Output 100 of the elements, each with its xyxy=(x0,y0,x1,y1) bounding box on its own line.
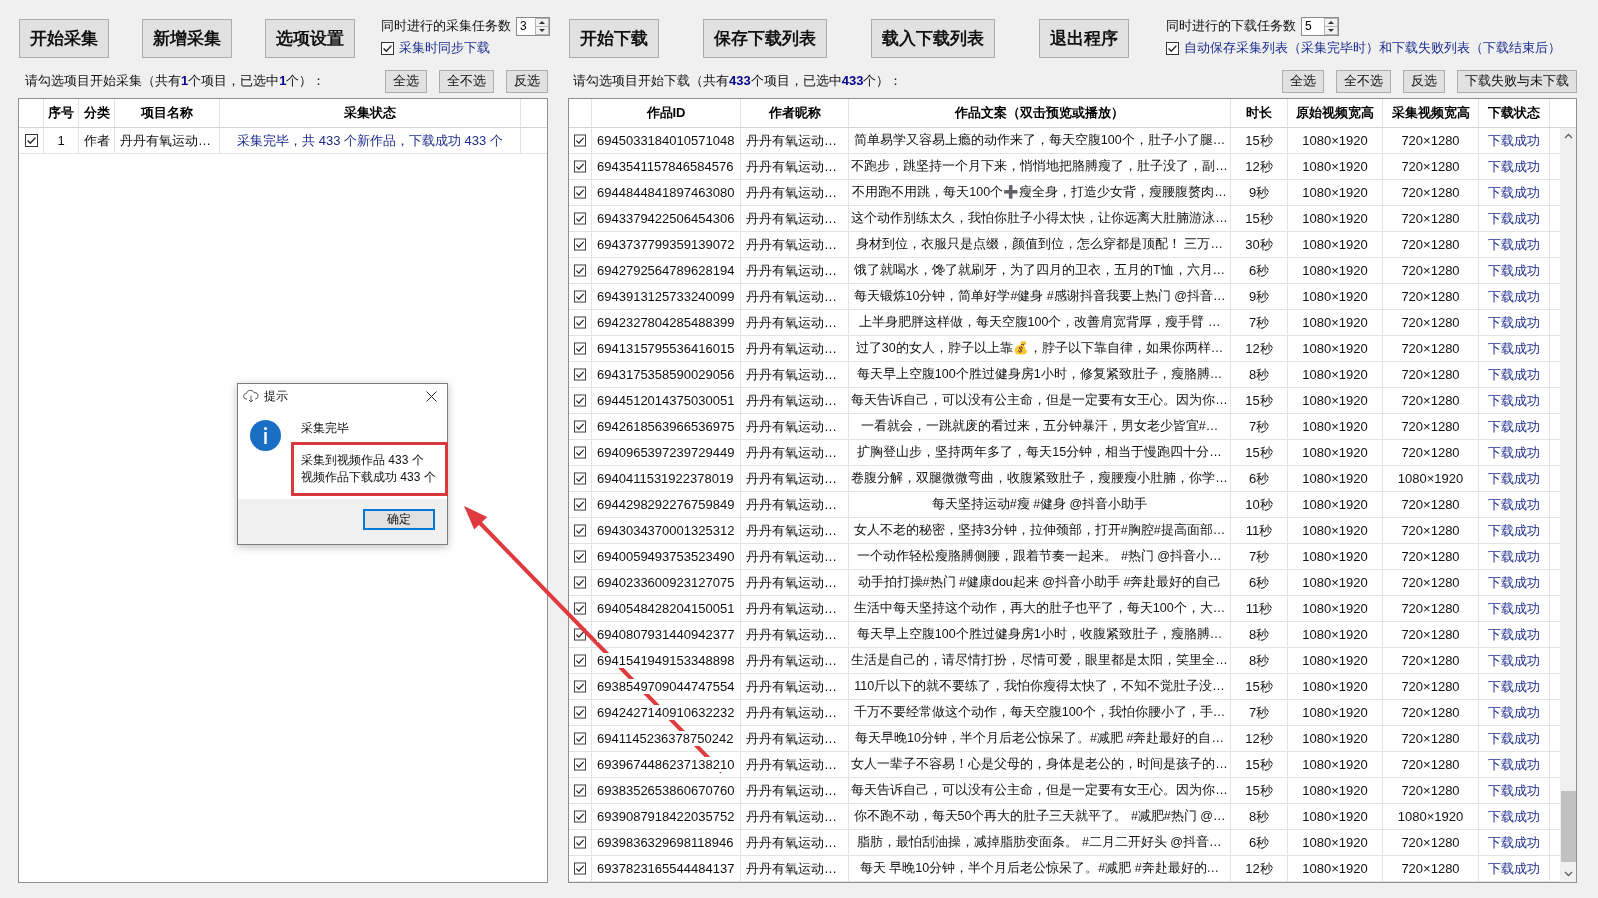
resolution-cell: 720×1280 xyxy=(1383,752,1479,777)
selection-button[interactable]: 反选 xyxy=(506,69,548,93)
row-checkbox[interactable] xyxy=(574,836,586,849)
author-cell: 丹丹有氧运动… xyxy=(741,648,849,673)
duration-cell: 15秒 xyxy=(1231,752,1288,777)
resolution-cell: 720×1280 xyxy=(1383,622,1479,647)
row-checkbox[interactable] xyxy=(574,758,586,771)
option-label[interactable]: 采集时同步下载 xyxy=(399,39,490,57)
row-checkbox[interactable] xyxy=(574,342,586,355)
row-checkbox[interactable] xyxy=(574,264,586,277)
resolution-cell: 1080×1920 xyxy=(1288,648,1383,673)
author-cell: 丹丹有氧运动… xyxy=(741,440,849,465)
row-checkbox[interactable] xyxy=(574,784,586,797)
video-id: 6940059493753523490 xyxy=(597,549,735,564)
author-cell: 丹丹有氧运动… xyxy=(741,596,849,621)
scrollbar[interactable] xyxy=(1560,128,1576,882)
author-cell: 丹丹有氧运动… xyxy=(741,310,849,335)
selection-button[interactable]: 全选 xyxy=(1282,69,1324,93)
toolbar-button[interactable]: 选项设置 xyxy=(265,19,355,58)
close-button[interactable] xyxy=(423,388,439,404)
resolution-cell: 720×1280 xyxy=(1383,440,1479,465)
resolution-cell: 720×1280 xyxy=(1383,310,1479,335)
row-checkbox[interactable] xyxy=(574,238,586,251)
duration-cell: 15秒 xyxy=(1231,128,1288,153)
scrollbar-thumb[interactable] xyxy=(1561,791,1576,862)
row-checkbox[interactable] xyxy=(574,134,586,147)
row-checkbox[interactable] xyxy=(574,212,586,225)
duration-cell: 11秒 xyxy=(1231,596,1288,621)
row-checkbox[interactable] xyxy=(574,160,586,173)
row-checkbox[interactable] xyxy=(574,394,586,407)
resolution-cell: 1080×1920 xyxy=(1288,310,1383,335)
row-checkbox[interactable] xyxy=(574,706,586,719)
row-checkbox[interactable] xyxy=(574,446,586,459)
duration-cell: 15秒 xyxy=(1231,674,1288,699)
status-cell: 下载成功 xyxy=(1479,492,1550,517)
row-checkbox[interactable] xyxy=(574,654,586,667)
row-checkbox[interactable] xyxy=(574,420,586,433)
toolbar-button[interactable]: 开始采集 xyxy=(19,19,109,58)
row-checkbox[interactable] xyxy=(574,628,586,641)
caption-cell: 扩胸登山步，坚持两年多了，每天15分钟，相当于慢跑四十分… xyxy=(849,440,1231,465)
row-checkbox[interactable] xyxy=(574,524,586,537)
selection-button[interactable]: 反选 xyxy=(1403,69,1445,93)
resolution-cell: 720×1280 xyxy=(1383,778,1479,803)
caption-cell: 生活中每天坚持这个动作，再大的肚子也平了，每天100个，大… xyxy=(849,596,1231,621)
resolution-cell: 1080×1920 xyxy=(1288,440,1383,465)
video-id: 6938549709044747554 xyxy=(597,679,735,694)
row-checkbox[interactable] xyxy=(574,186,586,199)
row-checkbox[interactable] xyxy=(574,368,586,381)
row-checkbox[interactable] xyxy=(574,576,586,589)
row-checkbox[interactable] xyxy=(574,732,586,745)
toolbar-button[interactable]: 保存下载列表 xyxy=(703,19,827,58)
row-checkbox[interactable] xyxy=(574,550,586,563)
duration-cell: 15秒 xyxy=(1231,206,1288,231)
status-cell: 下载成功 xyxy=(1479,830,1550,855)
option-checkbox[interactable] xyxy=(381,41,394,55)
row-checkbox[interactable] xyxy=(574,680,586,693)
resolution-cell: 720×1280 xyxy=(1383,284,1479,309)
caption-cell: 卷腹分解，双腿微微弯曲，收腹紧致肚子，瘦腰瘦小肚腩，你学… xyxy=(849,466,1231,491)
video-id: 6943913125733240099 xyxy=(597,289,735,304)
duration-cell: 8秒 xyxy=(1231,804,1288,829)
option-label[interactable]: 自动保存采集列表（采集完毕时）和下载失败列表（下载结束后） xyxy=(1184,39,1561,57)
selection-button[interactable]: 全不选 xyxy=(1336,69,1391,93)
option-checkbox[interactable] xyxy=(1166,41,1179,55)
number-spinner[interactable]: 3 xyxy=(516,16,550,36)
row-checkbox[interactable] xyxy=(574,472,586,485)
spin-arrows-icon[interactable] xyxy=(1324,17,1338,35)
selection-button[interactable]: 下载失败与未下载 xyxy=(1457,69,1577,93)
duration-cell: 12秒 xyxy=(1231,336,1288,361)
toolbar-button[interactable]: 开始下载 xyxy=(569,19,659,58)
status-cell: 下载成功 xyxy=(1479,570,1550,595)
caption-cell: 每天告诉自己，可以没有公主命，但是一定要有女王心。因为你… xyxy=(849,778,1231,803)
selection-button[interactable]: 全不选 xyxy=(439,69,494,93)
row-checkbox[interactable] xyxy=(24,134,38,147)
duration-cell: 6秒 xyxy=(1231,570,1288,595)
spin-arrows-icon[interactable] xyxy=(535,17,549,35)
author-cell: 丹丹有氧运动… xyxy=(741,284,849,309)
caption-cell: 110斤以下的就不要练了，我怕你瘦得太快了，不知不觉肚子没… xyxy=(849,674,1231,699)
row-checkbox[interactable] xyxy=(574,862,586,875)
resolution-cell: 720×1280 xyxy=(1383,544,1479,569)
caption-cell: 每天 早晚10分钟，半个月后老公惊呆了。#减肥 #奔赴最好的… xyxy=(849,856,1231,881)
toolbar-button[interactable]: 退出程序 xyxy=(1039,19,1129,58)
video-id: 6941315795536416015 xyxy=(597,341,735,356)
toolbar-button[interactable]: 新增采集 xyxy=(142,19,232,58)
resolution-cell: 1080×1920 xyxy=(1288,206,1383,231)
row-checkbox[interactable] xyxy=(574,316,586,329)
row-checkbox[interactable] xyxy=(574,810,586,823)
ok-button[interactable]: 确定 xyxy=(363,509,435,530)
number-spinner[interactable]: 5 xyxy=(1301,16,1339,36)
author-cell: 丹丹有氧运动… xyxy=(741,336,849,361)
row-checkbox[interactable] xyxy=(574,602,586,615)
toolbar-button[interactable]: 载入下载列表 xyxy=(871,19,995,58)
resolution-cell: 720×1280 xyxy=(1383,570,1479,595)
row-checkbox[interactable] xyxy=(574,498,586,511)
video-id: 6944512014375030051 xyxy=(597,393,735,408)
row-checkbox[interactable] xyxy=(574,290,586,303)
status-cell: 下载成功 xyxy=(1479,648,1550,673)
selection-button[interactable]: 全选 xyxy=(385,69,427,93)
resolution-cell: 1080×1920 xyxy=(1288,804,1383,829)
column-header: 作品文案（双击预览或播放） xyxy=(849,99,1231,127)
message-text: 视频作品下载成功 433 个 xyxy=(301,469,437,486)
